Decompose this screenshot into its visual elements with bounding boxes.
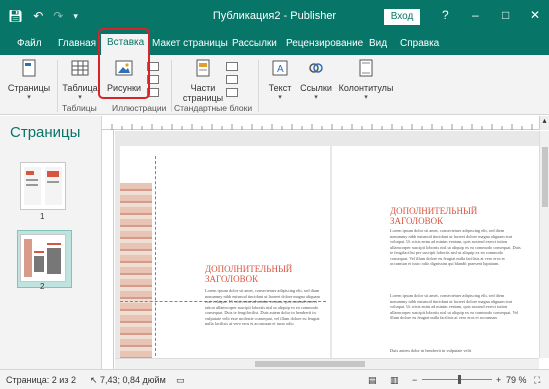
tab-mailings[interactable]: Рассылки	[232, 38, 277, 49]
chevron-down-icon: ▾	[364, 94, 368, 101]
vertical-scrollbar[interactable]	[539, 131, 549, 358]
status-bar: Страница: 2 из 2 ↖ 7,43; 0,84 дюйм ▭ ▤ ▥…	[0, 369, 549, 389]
window-title: Публикация2 - Publisher	[212, 10, 337, 22]
group-label-illustrations: Иллюстрации	[112, 103, 167, 113]
calendars-icon[interactable]	[226, 62, 238, 71]
ribbon-separator	[171, 60, 172, 112]
tab-file[interactable]: Файл	[17, 38, 42, 49]
margin-guide	[155, 156, 157, 356]
page-thumbnail-preview	[24, 239, 61, 277]
pages-button[interactable]: Страницы ▾	[6, 58, 52, 101]
page-parts-icon	[196, 59, 210, 77]
page-indicator[interactable]: Страница: 2 из 2	[6, 375, 76, 385]
minimize-button[interactable]: –	[472, 8, 479, 22]
bookshelf-image[interactable]	[120, 183, 152, 358]
zoom-out-button[interactable]: −	[412, 375, 417, 385]
page-parts-label: Части	[190, 83, 216, 93]
table-label: Таблица	[62, 83, 98, 93]
page-icon	[22, 59, 36, 77]
page-thumbnail-preview	[24, 167, 62, 205]
cursor-icon: ↖	[90, 375, 98, 385]
object-position-icon: ▭	[176, 375, 185, 385]
tab-help[interactable]: Справка	[400, 38, 439, 49]
group-label-tables: Таблицы	[62, 103, 97, 113]
ribbon-separator	[57, 60, 58, 112]
right-body-text-2[interactable]: Lorem ipsum dolor sit amet, consectetuer…	[390, 293, 522, 342]
page-number-2: 2	[40, 282, 45, 291]
chevron-down-icon: ▾	[278, 94, 282, 101]
pages-label: Страницы	[7, 83, 51, 93]
text-label: Текст	[268, 83, 292, 93]
page-thumbnail-2[interactable]	[20, 234, 66, 282]
two-page-view-icon[interactable]: ▥	[390, 375, 399, 386]
ruler-toggle-button[interactable]: ▴	[539, 116, 549, 130]
title-bar: 💾︎ ↶ ↷ ▾ Публикация2 - Publisher Вход ? …	[0, 0, 549, 34]
single-page-view-icon[interactable]: ▤	[368, 375, 377, 386]
horizontal-scrollbar[interactable]	[115, 358, 539, 369]
borders-icon[interactable]	[226, 75, 238, 84]
text-box-icon: A	[272, 60, 288, 76]
close-button[interactable]: ✕	[530, 8, 540, 22]
right-heading[interactable]: ДОПОЛНИТЕЛЬНЫЙ ЗАГОЛОВОК	[390, 206, 520, 226]
ruler-ticks	[111, 124, 533, 130]
ribbon-tabs: Файл Главная Вставка Макет страницы Расс…	[0, 34, 549, 55]
right-body-text-3[interactable]: Duis autem dolor in hendrerit in vulputa…	[390, 348, 522, 354]
header-footer-button[interactable]: Колонтитулы ▾	[338, 58, 394, 101]
table-button[interactable]: Таблица ▾	[60, 58, 100, 101]
tab-review[interactable]: Рецензирование	[286, 38, 363, 49]
zoom-level[interactable]: 79 %	[506, 375, 527, 385]
header-footer-label: Колонтитулы	[338, 83, 394, 93]
fit-page-icon[interactable]: ⛶	[534, 375, 540, 386]
chevron-down-icon: ▾	[78, 94, 82, 101]
page-parts-label-2: страницы	[182, 93, 224, 103]
chevron-down-icon: ▾	[314, 94, 318, 101]
page-parts-button[interactable]: Части страницы	[180, 58, 226, 103]
left-body-text[interactable]: Lorem ipsum dolor sit amet, consectetuer…	[205, 288, 327, 354]
text-button[interactable]: A Текст ▾	[264, 58, 296, 101]
links-button[interactable]: Ссылки ▾	[298, 58, 334, 101]
help-icon[interactable]: ?	[442, 8, 449, 22]
right-body-text-1[interactable]: Lorem ipsum dolor sit amet, consectetuer…	[390, 228, 522, 286]
document-canvas[interactable]: ДОПОЛНИТЕЛЬНЫЙ ЗАГОЛОВОК Lorem ipsum dol…	[115, 131, 539, 358]
pages-pane-title: Страницы	[10, 124, 81, 141]
page-number-1: 1	[40, 212, 45, 221]
horizontal-ruler[interactable]	[102, 116, 549, 130]
maximize-button[interactable]: □	[502, 8, 509, 22]
zoom-in-button[interactable]: +	[496, 375, 501, 385]
tab-view[interactable]: Вид	[369, 38, 387, 49]
ribbon: Страницы ▾ Таблица ▾ Рисунки Части стран…	[0, 55, 549, 115]
vertical-ruler[interactable]	[102, 130, 114, 369]
zoom-slider[interactable]	[422, 379, 492, 380]
page-thumbnail-1[interactable]	[20, 162, 66, 210]
scroll-thumb[interactable]	[255, 361, 365, 367]
scroll-thumb[interactable]	[542, 147, 548, 207]
signin-button[interactable]: Вход	[384, 9, 420, 25]
group-label-blocks: Стандартные блоки	[174, 103, 253, 113]
tab-home[interactable]: Главная	[58, 38, 96, 49]
table-icon	[71, 60, 89, 76]
zoom-slider-knob[interactable]	[458, 375, 461, 384]
left-heading[interactable]: ДОПОЛНИТЕЛЬНЫЙ ЗАГОЛОВОК	[205, 264, 325, 284]
advertisements-icon[interactable]	[226, 88, 238, 97]
links-label: Ссылки	[300, 83, 332, 93]
chevron-down-icon: ▾	[27, 94, 31, 101]
cursor-position: 7,43; 0,84 дюйм	[100, 375, 166, 385]
tab-page-design[interactable]: Макет страницы	[152, 38, 228, 49]
svg-text:A: A	[277, 64, 284, 75]
pictures-highlight	[98, 28, 150, 99]
pages-pane: Страницы 1 2	[0, 116, 102, 369]
link-icon	[309, 63, 323, 73]
header-footer-icon	[359, 59, 373, 77]
ribbon-separator	[258, 60, 259, 112]
